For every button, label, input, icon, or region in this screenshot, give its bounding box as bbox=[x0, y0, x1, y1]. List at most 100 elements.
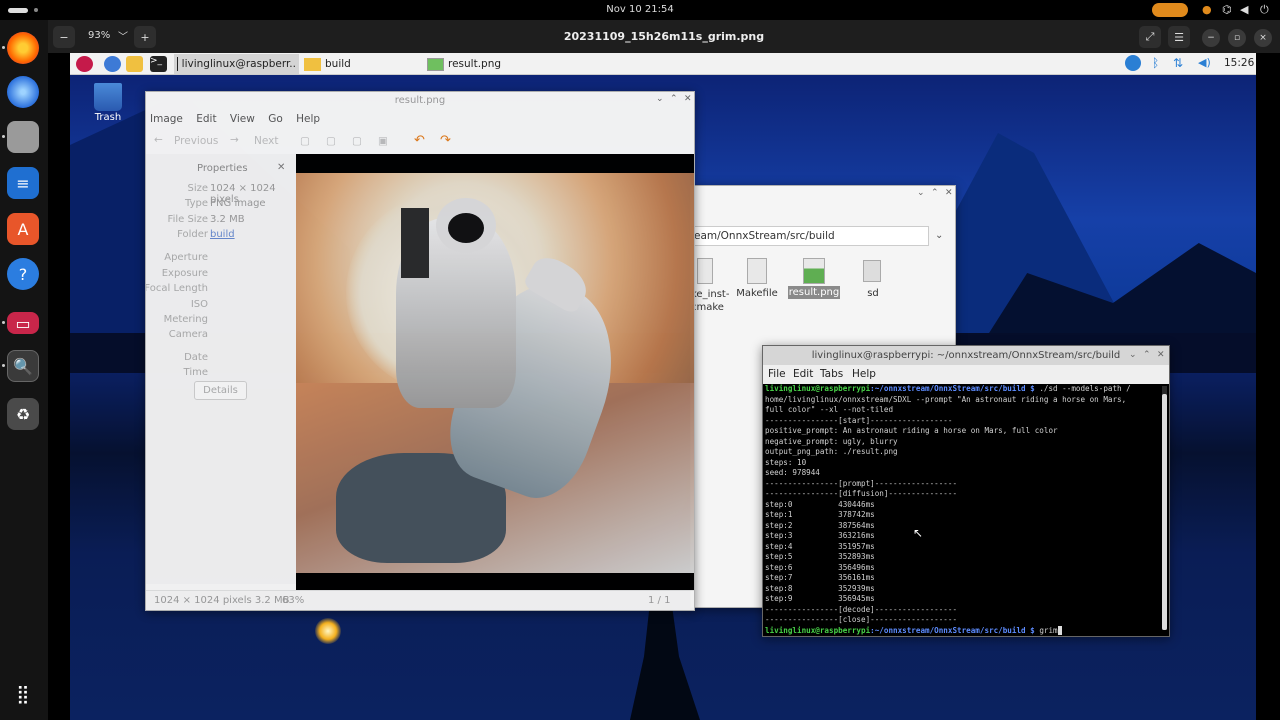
thunderbird-icon[interactable] bbox=[7, 76, 39, 108]
prop-key: Metering bbox=[163, 314, 208, 325]
menu-help[interactable]: Help bbox=[296, 113, 320, 125]
files-icon[interactable] bbox=[7, 121, 39, 153]
trash-icon[interactable] bbox=[94, 83, 122, 111]
location-bar[interactable]: eam/OnnxStream/src/build bbox=[691, 226, 929, 246]
network-icon[interactable]: ⌬ bbox=[1222, 3, 1232, 16]
menu-view[interactable]: View bbox=[230, 113, 255, 125]
close-button[interactable]: × bbox=[1254, 29, 1272, 47]
folder-icon[interactable] bbox=[126, 56, 143, 72]
maximize-button[interactable]: ▫ bbox=[1228, 29, 1246, 47]
status-bar: 1024 × 1024 pixels 3.2 MB 63% 1 / 1 bbox=[146, 590, 694, 610]
task-build[interactable]: build bbox=[301, 54, 421, 74]
minimize-icon[interactable]: ⌄ bbox=[656, 94, 664, 104]
bluetooth-icon[interactable]: ᛒ bbox=[1152, 56, 1159, 70]
maximize-icon[interactable]: ⌃ bbox=[670, 94, 678, 104]
fullscreen-button[interactable]: ⤢ bbox=[1139, 26, 1161, 48]
image-viewer-icon[interactable]: 🔍 bbox=[7, 350, 39, 382]
menu-edit[interactable]: Edit bbox=[196, 113, 216, 125]
close-icon[interactable]: ✕ bbox=[945, 188, 953, 198]
task-label: build bbox=[325, 58, 351, 70]
prop-key: Time bbox=[183, 367, 208, 378]
menu-image[interactable]: Image bbox=[150, 113, 183, 125]
software-center-icon[interactable]: A bbox=[7, 213, 39, 245]
minimize-icon[interactable]: ⌄ bbox=[917, 188, 925, 198]
toolbar: ← Previous → Next ▢ ▢ ▢ ▣ ↶ ↷ bbox=[146, 130, 694, 154]
task-result[interactable]: result.png bbox=[424, 54, 544, 74]
terminal-output[interactable]: livinglinux@raspberrypi:~/onnxstream/Onn… bbox=[765, 384, 1159, 636]
task-label: result.png bbox=[448, 58, 502, 70]
menu-file[interactable]: File bbox=[768, 368, 786, 380]
minimize-icon[interactable]: ⌄ bbox=[1129, 350, 1137, 360]
file-icon[interactable] bbox=[697, 258, 713, 284]
file-icon[interactable] bbox=[747, 258, 767, 284]
system-clock[interactable]: Nov 10 21:54 bbox=[0, 4, 1280, 15]
terminal-icon[interactable]: >_ bbox=[150, 56, 167, 72]
prop-key: Size bbox=[187, 183, 208, 194]
flip-icon[interactable]: ▢ bbox=[352, 135, 362, 147]
network-icon[interactable]: ⇅ bbox=[1173, 56, 1183, 70]
details-button[interactable]: Details bbox=[194, 381, 247, 400]
chevron-down-icon[interactable]: ⌄ bbox=[935, 230, 943, 241]
prop-key: Focal Length bbox=[145, 283, 208, 294]
prop-value: 3.2 MB bbox=[210, 214, 245, 225]
terminal-window: livinglinux@raspberrypi: ~/onnxstream/On… bbox=[762, 345, 1170, 637]
volume-icon[interactable]: ◀ bbox=[1240, 3, 1248, 16]
trash-label[interactable]: Trash bbox=[86, 112, 130, 123]
menu-tabs[interactable]: Tabs bbox=[820, 368, 843, 380]
close-icon[interactable]: ✕ bbox=[1157, 350, 1165, 360]
redo-icon[interactable]: ↷ bbox=[440, 133, 451, 148]
writer-icon[interactable]: ≡ bbox=[7, 167, 39, 199]
executable-icon[interactable] bbox=[863, 260, 881, 282]
volume-icon[interactable]: ◀) bbox=[1198, 56, 1211, 69]
extension-icon[interactable]: ▭ bbox=[7, 312, 39, 334]
task-terminal[interactable]: livinglinux@raspberr.. bbox=[174, 54, 299, 74]
update-icon[interactable] bbox=[1125, 55, 1141, 71]
power-icon[interactable]: ⏻ bbox=[1260, 3, 1269, 17]
maximize-icon[interactable]: ⌃ bbox=[1143, 350, 1151, 360]
browser-icon[interactable] bbox=[104, 56, 121, 72]
arrow-right-icon[interactable]: → bbox=[230, 134, 239, 146]
menu-go[interactable]: Go bbox=[268, 113, 283, 125]
microphone-icon[interactable]: ● bbox=[1202, 3, 1212, 16]
rotate-left-icon[interactable]: ▢ bbox=[300, 135, 310, 147]
trash-dock-icon[interactable]: ♻ bbox=[7, 398, 39, 430]
undo-icon[interactable]: ↶ bbox=[414, 133, 425, 148]
close-icon[interactable]: ✕ bbox=[277, 162, 285, 173]
close-icon[interactable]: ✕ bbox=[684, 94, 692, 104]
page-counter: 1 / 1 bbox=[648, 595, 671, 606]
folder-link[interactable]: build bbox=[210, 229, 235, 240]
menu-help[interactable]: Help bbox=[852, 368, 876, 380]
file-label[interactable]: ke_inst- cmake bbox=[691, 288, 731, 314]
menu-edit[interactable]: Edit bbox=[793, 368, 813, 380]
system-top-bar: Nov 10 21:54 ● ⌬ ◀ ⏻ bbox=[0, 0, 1280, 20]
properties-panel: Properties ✕ Size 1024 × 1024 pixels Type… bbox=[146, 154, 296, 584]
minimize-button[interactable]: − bbox=[1202, 29, 1220, 47]
maximize-icon[interactable]: ⌃ bbox=[931, 188, 939, 198]
astronaut-horse-image bbox=[296, 173, 694, 573]
panel-clock: 15:26 bbox=[1224, 57, 1255, 69]
screen-recording-indicator[interactable] bbox=[1152, 3, 1188, 17]
fit-icon[interactable]: ▣ bbox=[378, 135, 388, 147]
main-menu-button[interactable]: ☰ bbox=[1168, 26, 1190, 48]
raspberry-menu-icon[interactable] bbox=[76, 56, 93, 72]
terminal-icon bbox=[177, 57, 178, 71]
prop-key: Exposure bbox=[161, 268, 208, 279]
file-label-selected[interactable]: result.png bbox=[788, 286, 840, 299]
firefox-icon[interactable] bbox=[7, 32, 39, 64]
help-icon[interactable]: ? bbox=[7, 258, 39, 290]
previous-button[interactable]: Previous bbox=[174, 135, 218, 147]
window-title: result.png bbox=[394, 95, 446, 106]
terminal-scrollbar[interactable] bbox=[1162, 386, 1167, 630]
file-label[interactable]: sd bbox=[853, 288, 893, 299]
properties-heading: Properties bbox=[197, 163, 248, 174]
rotate-right-icon[interactable]: ▢ bbox=[326, 135, 336, 147]
prop-value: PNG image bbox=[210, 198, 266, 209]
dock: ≡ A ? ▭ 🔍 ♻ ⣿ bbox=[0, 20, 48, 720]
prop-key: Type bbox=[185, 198, 208, 209]
file-label[interactable]: Makefile bbox=[731, 288, 783, 299]
arrow-left-icon[interactable]: ← bbox=[154, 134, 163, 146]
image-file-icon[interactable] bbox=[803, 258, 825, 284]
next-button[interactable]: Next bbox=[254, 135, 278, 147]
image-viewer-window: result.png ⌄ ⌃ ✕ Image Edit View Go Help… bbox=[145, 91, 695, 611]
app-grid-icon[interactable]: ⣿ bbox=[7, 678, 39, 710]
